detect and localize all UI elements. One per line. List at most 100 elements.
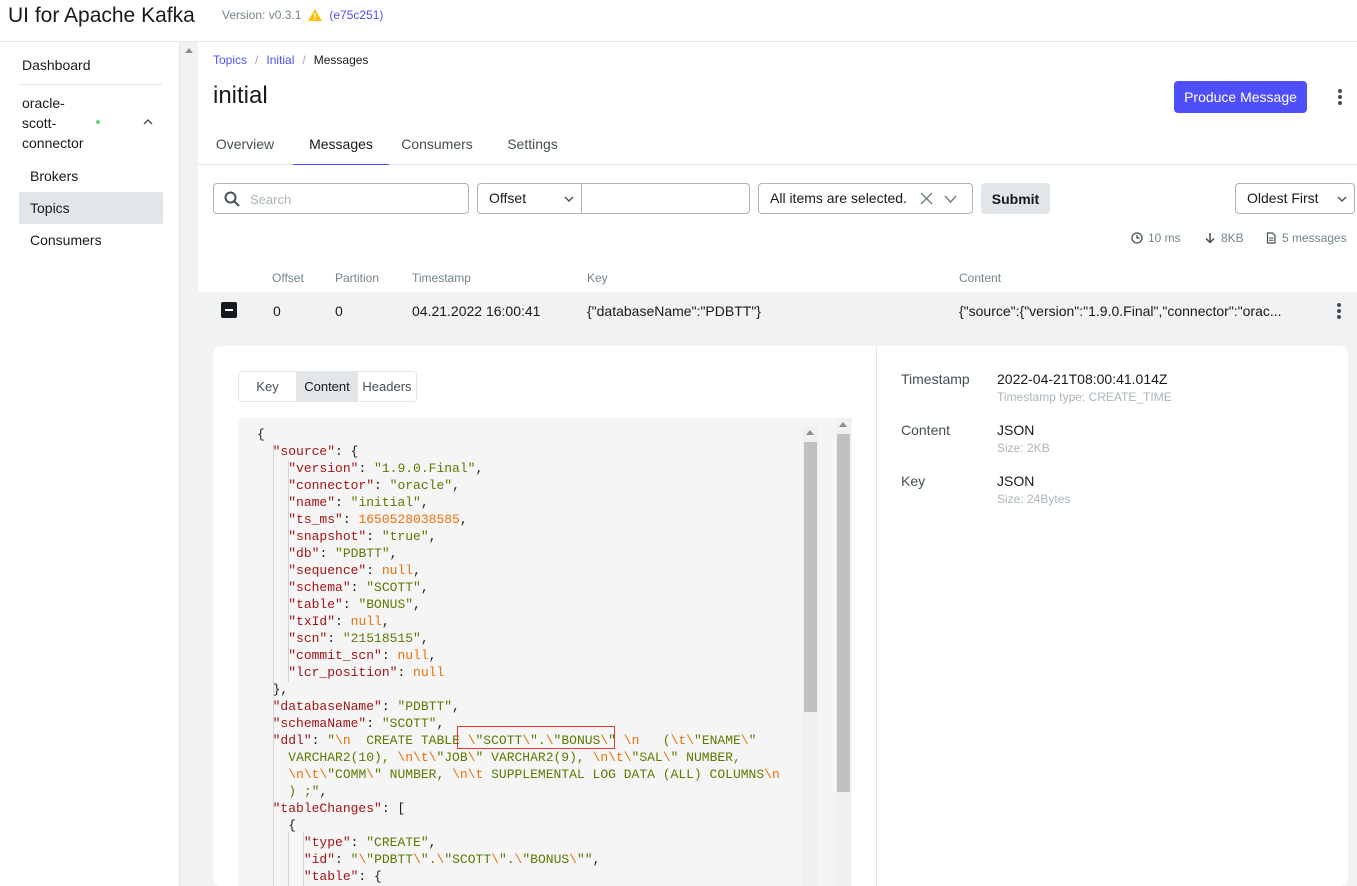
- json-line: },: [272, 682, 289, 697]
- tab-overview[interactable]: Overview: [213, 126, 277, 165]
- sort-select[interactable]: Oldest First: [1235, 183, 1355, 214]
- json-line: VARCHAR2(10), \n\t\"JOB\" VARCHAR2(9), \…: [288, 750, 741, 765]
- scrollbar-thumb[interactable]: [804, 442, 817, 712]
- json-line: "lcr_position": null: [288, 665, 445, 680]
- tab-consumers[interactable]: Consumers: [398, 126, 476, 165]
- more-options-icon[interactable]: [1338, 89, 1342, 107]
- preview-tab-headers[interactable]: Headers: [358, 372, 416, 401]
- json-line: "schema": "SCOTT",: [288, 580, 429, 595]
- breadcrumb-initial[interactable]: Initial: [266, 53, 294, 67]
- breadcrumb-current: Messages: [313, 53, 369, 67]
- elapsed-time: 10 ms: [1148, 231, 1181, 245]
- meta-sub-key: Size: 24Bytes: [997, 492, 1071, 506]
- json-line: "version": "1.9.0.Final",: [288, 461, 484, 476]
- chevron-up-icon[interactable]: [142, 116, 154, 128]
- json-line: "tableChanges": [: [272, 801, 406, 816]
- json-line: ) ;",: [288, 784, 328, 799]
- json-line: {: [288, 818, 297, 833]
- sort-value: Oldest First: [1247, 190, 1319, 206]
- detail-scrollbar[interactable]: [836, 418, 851, 886]
- highlight-annotation: [457, 726, 615, 749]
- breadcrumb-separator: /: [255, 53, 259, 67]
- tab-messages[interactable]: Messages: [293, 126, 389, 165]
- bytes-consumed-stat: 8KB: [1204, 231, 1244, 245]
- bytes-consumed: 8KB: [1221, 231, 1244, 245]
- cell-key: {"databaseName":"PDBTT"}: [587, 303, 761, 319]
- json-line: "ts_ms": 1650528038585,: [288, 512, 468, 527]
- scrollbar-thumb[interactable]: [837, 434, 850, 792]
- sidebar-item-consumers[interactable]: Consumers: [19, 224, 163, 256]
- sidebar-item-topics[interactable]: Topics: [19, 192, 163, 224]
- meta-label-timestamp: Timestamp: [901, 371, 970, 387]
- json-content: { "source": { "version": "1.9.0.Final", …: [257, 426, 780, 885]
- chevron-down-icon[interactable]: [944, 195, 957, 203]
- cluster-name[interactable]: oracle- scott- connector: [22, 93, 92, 153]
- indent-guide: [273, 699, 274, 886]
- json-line: "databaseName": "PDBTT",: [272, 699, 460, 714]
- detail-divider: [876, 346, 877, 886]
- breadcrumb-topics[interactable]: Topics: [213, 53, 247, 67]
- cell-partition: 0: [335, 303, 343, 319]
- submit-button[interactable]: Submit: [981, 183, 1050, 214]
- sidebar-item-brokers[interactable]: Brokers: [19, 160, 163, 192]
- cell-timestamp: 04.21.2022 16:00:41: [412, 303, 541, 319]
- column-header-key: Key: [587, 271, 608, 285]
- partitions-select[interactable]: All items are selected.: [758, 183, 973, 214]
- json-line: "type": "CREATE",: [303, 835, 437, 850]
- clear-icon[interactable]: [920, 192, 933, 205]
- scroll-up-arrow-icon[interactable]: [839, 422, 847, 427]
- sidebar-item-dashboard[interactable]: Dashboard: [22, 57, 91, 73]
- version-info: Version: v0.3.1 (e75c251): [222, 8, 383, 22]
- json-line: "name": "initial",: [288, 495, 429, 510]
- scroll-up-arrow-icon[interactable]: [806, 430, 814, 435]
- offset-input[interactable]: [581, 183, 750, 214]
- json-viewer[interactable]: { "source": { "version": "1.9.0.Final", …: [238, 418, 852, 886]
- scroll-up-arrow-icon[interactable]: [185, 48, 193, 53]
- chevron-down-icon: [1337, 196, 1347, 202]
- topic-tabs: Overview Messages Consumers Settings: [198, 126, 1357, 165]
- cluster-status-dot: [96, 120, 100, 124]
- message-count: 5 messages: [1282, 231, 1347, 245]
- meta-value-timestamp: 2022-04-21T08:00:41.014Z: [997, 371, 1168, 387]
- cell-content: {"source":{"version":"1.9.0.Final","conn…: [959, 303, 1282, 319]
- column-header-timestamp: Timestamp: [412, 271, 471, 285]
- produce-message-button[interactable]: Produce Message: [1174, 81, 1307, 113]
- column-header-offset: Offset: [272, 271, 304, 285]
- commit-link[interactable]: (e75c251): [329, 8, 383, 22]
- row-options-icon[interactable]: [1337, 303, 1341, 321]
- indent-guide: [273, 444, 274, 699]
- seek-type-value: Offset: [489, 190, 527, 206]
- json-line: "txId": null,: [288, 614, 390, 629]
- meta-label-content: Content: [901, 422, 951, 438]
- indent-guide: [303, 832, 304, 886]
- meta-value-key: JSON: [997, 473, 1035, 489]
- preview-tab-content[interactable]: Content: [296, 372, 358, 401]
- json-line: "table": {: [303, 869, 382, 884]
- clock-icon: [1131, 232, 1143, 244]
- tab-settings[interactable]: Settings: [504, 126, 561, 165]
- collapse-icon[interactable]: [221, 302, 237, 318]
- column-header-partition: Partition: [335, 271, 380, 285]
- meta-value-content: JSON: [997, 422, 1035, 438]
- json-line: {: [257, 427, 265, 442]
- elapsed-time-stat: 10 ms: [1131, 231, 1181, 245]
- sidebar-scrollbar[interactable]: [180, 42, 198, 886]
- cluster-name-line: scott-: [22, 115, 57, 131]
- json-scrollbar[interactable]: [803, 426, 818, 886]
- json-line: "id": "\"PDBTT\".\"SCOTT\".\"BONUS\"",: [303, 852, 601, 867]
- search-input[interactable]: [250, 189, 450, 209]
- message-count-stat: 5 messages: [1265, 231, 1347, 245]
- preview-tab-key[interactable]: Key: [239, 372, 296, 401]
- seek-type-select[interactable]: Offset: [477, 183, 582, 214]
- json-line: "commit_scn": null,: [288, 648, 437, 663]
- page-title: initial: [213, 82, 268, 109]
- chevron-down-icon: [564, 196, 574, 202]
- app-title[interactable]: UI for Apache Kafka: [8, 4, 195, 28]
- meta-sub-content: Size: 2KB: [997, 441, 1050, 455]
- json-line: "scn": "21518515",: [288, 631, 429, 646]
- meta-sub-timestamp: Timestamp type: CREATE_TIME: [997, 390, 1172, 404]
- cluster-name-line: connector: [22, 135, 84, 151]
- indent-guide: [288, 461, 289, 682]
- preview-tabs: Key Content Headers: [238, 371, 417, 402]
- sidebar: Dashboard oracle- scott- connector Broke…: [0, 42, 180, 886]
